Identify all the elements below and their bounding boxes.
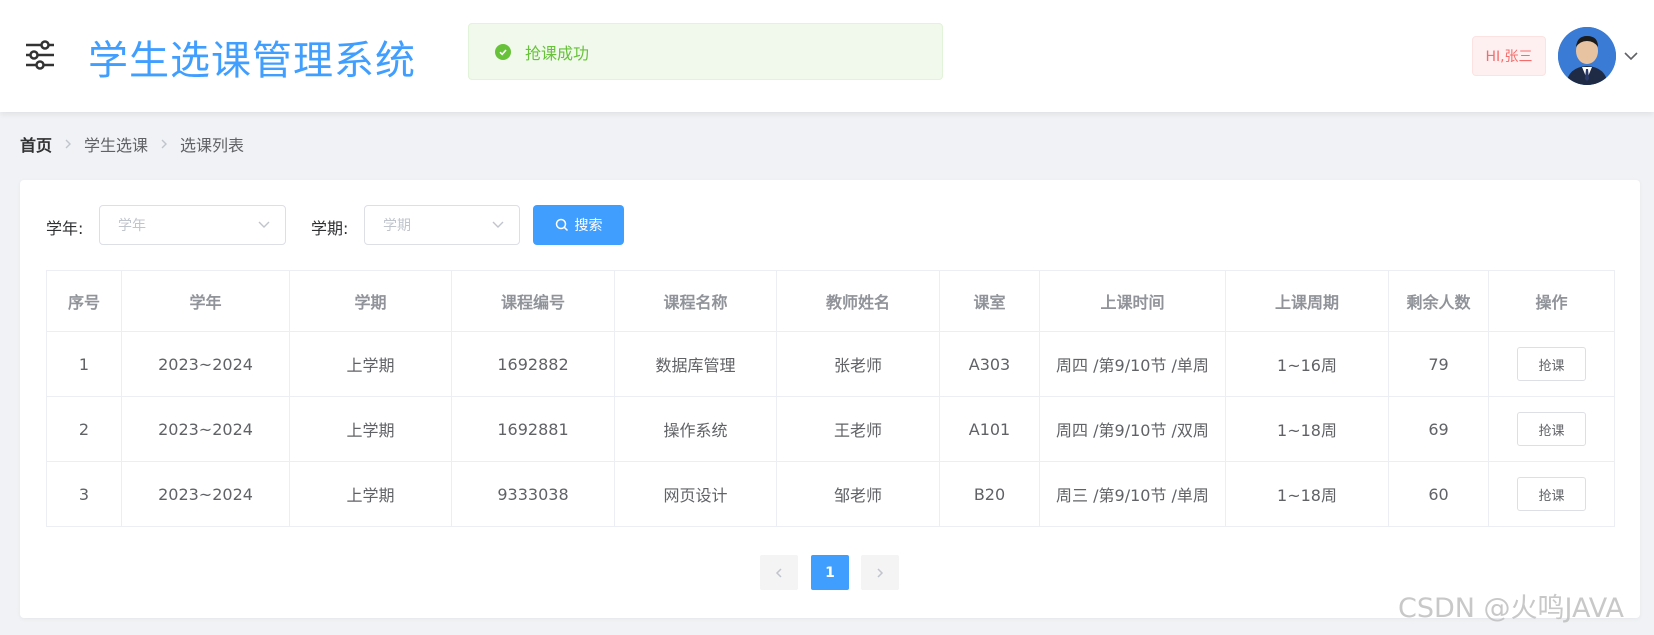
chevron-right-icon (160, 138, 168, 150)
term-select[interactable]: 学期 (364, 205, 520, 245)
column-header: 上课时间 (1039, 270, 1226, 332)
breadcrumb: 首页 学生选课 选课列表 (20, 132, 244, 156)
table-cell: 1692882 (451, 331, 615, 397)
course-table: 序号 学年 学期 课程编号 课程名称 教师姓名 课室 上课时间 上课周期 剩余人… (46, 270, 1615, 527)
table-cell: 邹老师 (776, 461, 940, 527)
user-greeting-badge: HI,张三 (1472, 36, 1546, 76)
chevron-right-icon (877, 567, 884, 578)
app-title: 学生选课管理系统 (88, 38, 416, 84)
check-circle-icon (495, 43, 511, 60)
column-header: 剩余人数 (1388, 270, 1489, 332)
table-cell: 王老师 (776, 396, 940, 462)
table-cell-action: 抢课 (1488, 461, 1615, 527)
search-button-label: 搜索 (574, 218, 603, 234)
table-cell: 周四 /第9/10节 /单周 (1039, 331, 1226, 397)
table-cell: 69 (1388, 396, 1489, 462)
column-header: 课程编号 (451, 270, 615, 332)
column-header: 序号 (46, 270, 122, 332)
table-cell: 张老师 (776, 331, 940, 397)
grab-course-button[interactable]: 抢课 (1517, 412, 1586, 446)
success-toast: 抢课成功 (468, 23, 943, 80)
column-header: 课室 (939, 270, 1040, 332)
table-cell: 1~16周 (1225, 331, 1389, 397)
table-cell: 79 (1388, 331, 1489, 397)
breadcrumb-course-list: 选课列表 (180, 136, 245, 155)
table-cell: 3 (46, 461, 122, 527)
term-select-placeholder: 学期 (383, 218, 411, 234)
page-number-button[interactable]: 1 (811, 555, 849, 590)
table-row: 1 2023~2024 上学期 1692882 数据库管理 张老师 A303 周… (46, 331, 1615, 397)
chevron-left-icon (775, 567, 782, 578)
year-select-placeholder: 学年 (118, 218, 146, 234)
grab-course-button[interactable]: 抢课 (1517, 477, 1586, 511)
table-cell: 60 (1388, 461, 1489, 527)
table-cell: 网页设计 (614, 461, 777, 527)
column-header: 操作 (1488, 270, 1615, 332)
table-cell: 2023~2024 (121, 331, 290, 397)
table-cell: A101 (939, 396, 1040, 462)
table-cell: 9333038 (451, 461, 615, 527)
breadcrumb-student-course[interactable]: 学生选课 (84, 132, 148, 156)
grab-course-button[interactable]: 抢课 (1517, 347, 1586, 381)
toast-message: 抢课成功 (525, 43, 590, 63)
table-header-row: 序号 学年 学期 课程编号 课程名称 教师姓名 课室 上课时间 上课周期 剩余人… (46, 270, 1615, 332)
table-cell-action: 抢课 (1488, 331, 1615, 397)
chevron-down-icon[interactable] (1622, 48, 1640, 62)
column-header: 上课周期 (1225, 270, 1389, 332)
table-cell: 上学期 (289, 461, 452, 527)
prev-page-button[interactable] (760, 555, 798, 590)
menu-toggle-icon[interactable] (22, 38, 58, 72)
user-avatar[interactable] (1558, 27, 1616, 85)
column-header: 教师姓名 (776, 270, 940, 332)
search-icon (555, 218, 568, 232)
table-cell: 1~18周 (1225, 461, 1389, 527)
chevron-right-icon (64, 138, 72, 150)
table-cell: A303 (939, 331, 1040, 397)
table-cell: 周四 /第9/10节 /双周 (1039, 396, 1226, 462)
column-header: 学期 (289, 270, 452, 332)
year-select[interactable]: 学年 (99, 205, 286, 245)
table-cell: 2 (46, 396, 122, 462)
table-cell: 操作系统 (614, 396, 777, 462)
table-cell: 2023~2024 (121, 461, 290, 527)
top-header: 学生选课管理系统 抢课成功 HI,张三 (0, 0, 1654, 112)
table-cell: 上学期 (289, 331, 452, 397)
table-cell: 2023~2024 (121, 396, 290, 462)
next-page-button[interactable] (861, 555, 899, 590)
search-button[interactable]: 搜索 (533, 205, 624, 245)
year-filter-label: 学年: (46, 219, 84, 238)
table-cell-action: 抢课 (1488, 396, 1615, 462)
table-row: 2 2023~2024 上学期 1692881 操作系统 王老师 A101 周四… (46, 396, 1615, 462)
table-row: 3 2023~2024 上学期 9333038 网页设计 邹老师 B20 周三 … (46, 461, 1615, 527)
table-cell: 数据库管理 (614, 331, 777, 397)
chevron-down-icon (491, 219, 505, 235)
table-cell: B20 (939, 461, 1040, 527)
table-cell: 周三 /第9/10节 /单周 (1039, 461, 1226, 527)
chevron-down-icon (257, 219, 271, 235)
table-cell: 1 (46, 331, 122, 397)
table-cell: 1~18周 (1225, 396, 1389, 462)
column-header: 课程名称 (614, 270, 777, 332)
term-filter-label: 学期: (311, 219, 349, 238)
watermark-text: CSDN @火鸣JAVA (1398, 593, 1625, 624)
breadcrumb-home[interactable]: 首页 (20, 132, 52, 156)
column-header: 学年 (121, 270, 290, 332)
table-cell: 1692881 (451, 396, 615, 462)
table-cell: 上学期 (289, 396, 452, 462)
